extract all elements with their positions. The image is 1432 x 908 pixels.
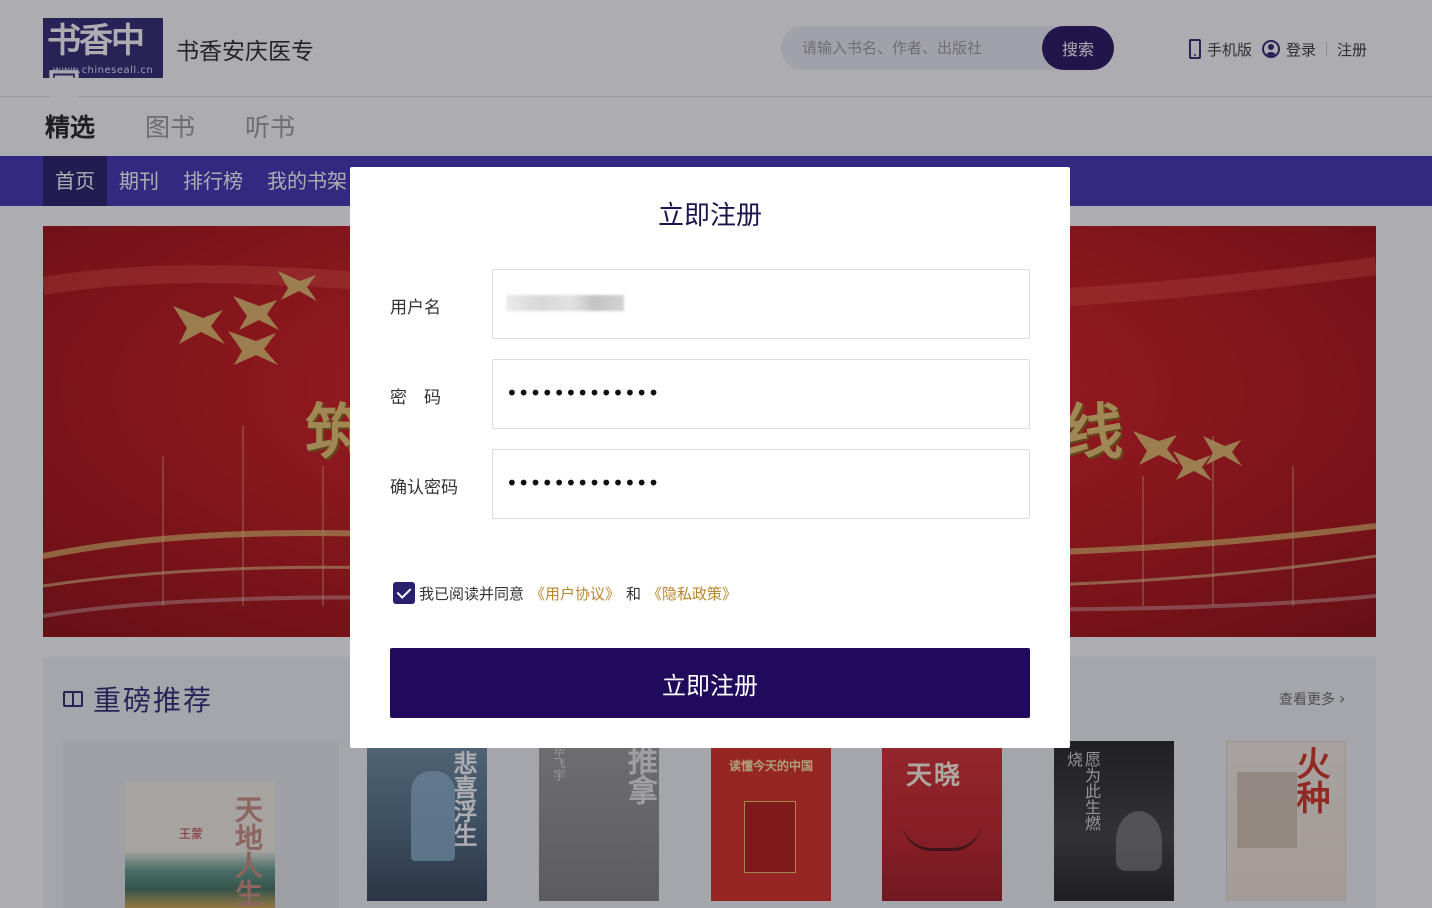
confirm-password-row: 确认密码 •••••••••••••	[390, 449, 1030, 519]
and-text: 和	[626, 584, 642, 603]
modal-title: 立即注册	[657, 201, 762, 231]
privacy-policy-link[interactable]: 《隐私政策》	[647, 583, 737, 604]
username-redacted-value	[506, 295, 624, 311]
password-label: 密 码	[390, 388, 441, 408]
agree-text: 我已阅读并同意	[419, 584, 525, 603]
confirm-password-label: 确认密码	[390, 478, 458, 498]
password-row: 密 码 •••••••••••••	[390, 359, 1030, 429]
password-value: •••••••••••••	[506, 381, 660, 405]
username-label: 用户名	[390, 298, 441, 318]
agree-checkbox[interactable]	[393, 582, 415, 604]
confirm-password-value: •••••••••••••	[506, 471, 660, 495]
username-row: 用户名	[390, 269, 1030, 339]
agreement-row: 我已阅读并同意 《用户协议》 和 《隐私政策》	[393, 581, 743, 605]
user-agreement-link[interactable]: 《用户协议》	[530, 583, 620, 604]
register-modal: 立即注册 用户名 密 码 ••••••••••••• 确认密码 ••••••••…	[350, 167, 1070, 748]
register-submit-button[interactable]: 立即注册	[390, 648, 1030, 718]
